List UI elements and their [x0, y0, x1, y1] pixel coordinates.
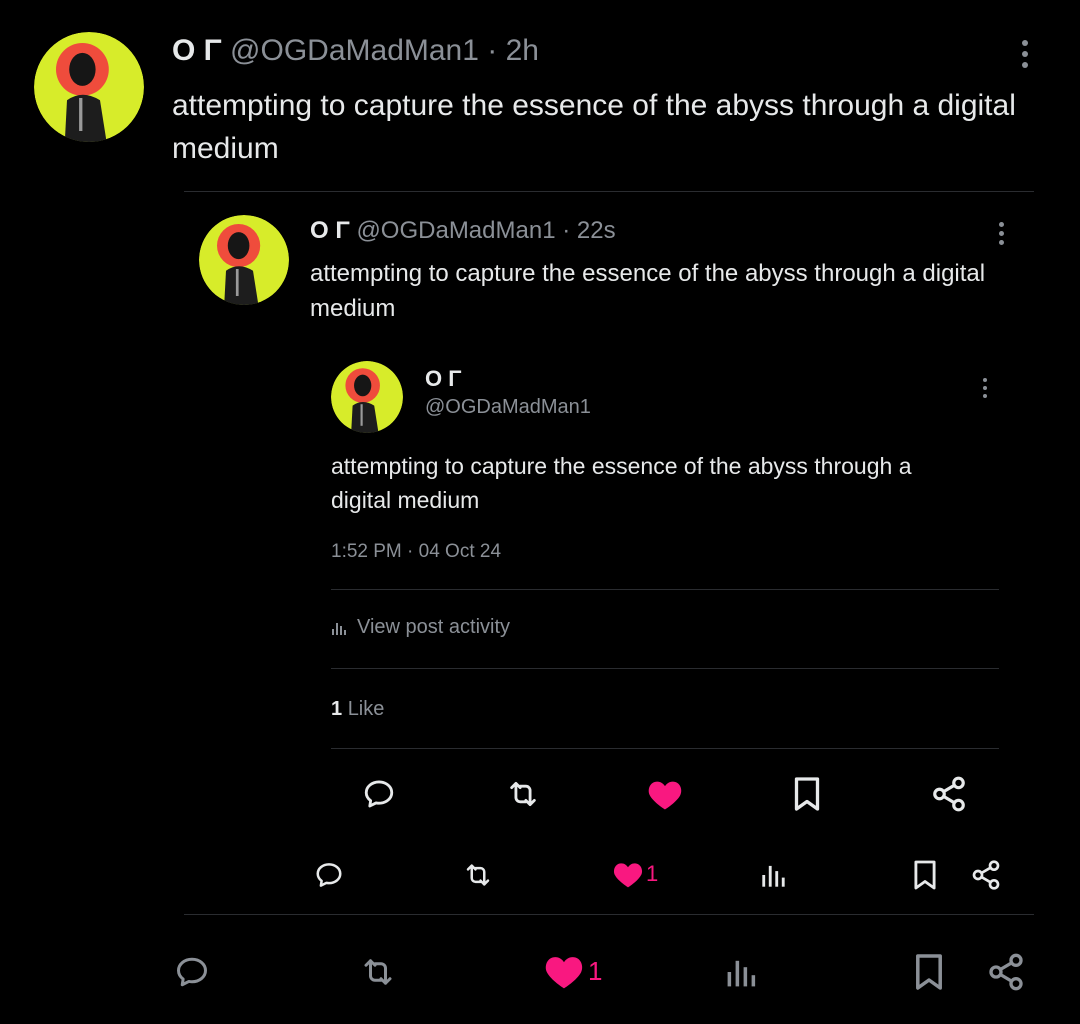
share-icon[interactable] — [928, 773, 970, 815]
bookmark-icon[interactable] — [910, 948, 948, 996]
retweet-icon[interactable] — [458, 858, 498, 892]
handle[interactable]: @OGDaMadMan1 — [230, 34, 479, 67]
display-name[interactable]: O Γ — [172, 34, 222, 67]
display-name[interactable]: O Γ — [310, 217, 350, 244]
tweet-text: attempting to capture the essence of the… — [172, 89, 1016, 165]
divider — [331, 668, 999, 669]
display-name[interactable]: O Γ — [425, 366, 461, 392]
tweet-header: O Γ @OGDaMadMan1 · 2h — [172, 34, 539, 68]
like-count: 1 — [588, 955, 603, 986]
bookmark-icon[interactable] — [790, 773, 824, 815]
likes-count: 1 — [331, 698, 343, 720]
like-button[interactable]: 1 — [612, 859, 658, 889]
views-icon — [331, 620, 349, 636]
views-icon[interactable] — [758, 858, 790, 892]
tweet-text: attempting to capture the essence of the… — [310, 260, 986, 322]
retweet-icon[interactable] — [354, 950, 402, 994]
like-count: 1 — [646, 861, 659, 886]
divider — [331, 748, 999, 749]
handle[interactable]: @OGDaMadMan1 — [356, 217, 555, 244]
likes-label: Like — [347, 698, 385, 720]
tweet-text: attempting to capture the essence of the… — [331, 453, 912, 513]
heart-icon — [543, 952, 585, 990]
handle[interactable]: @OGDaMadMan1 — [425, 396, 591, 419]
likes-summary[interactable]: 1 Like — [331, 698, 384, 721]
more-icon[interactable] — [1012, 36, 1038, 72]
reply-icon[interactable] — [358, 775, 400, 813]
views-icon[interactable] — [722, 950, 762, 994]
tweet-header: O Γ @OGDaMadMan1 · 22s — [310, 217, 616, 245]
reply-icon[interactable] — [170, 950, 214, 994]
more-icon[interactable] — [990, 218, 1012, 248]
heart-icon — [612, 859, 644, 889]
avatar[interactable] — [199, 215, 289, 305]
heart-icon[interactable] — [642, 775, 688, 813]
share-icon[interactable] — [968, 856, 1004, 894]
timestamp[interactable]: · 22s — [562, 217, 615, 244]
divider — [331, 589, 999, 590]
view-post-activity-link[interactable]: View post activity — [331, 616, 510, 639]
bookmark-icon[interactable] — [910, 856, 940, 894]
post-timestamp[interactable]: 1:52 PM · 04 Oct 24 — [331, 541, 501, 563]
avatar[interactable] — [34, 32, 144, 142]
timestamp[interactable]: · 2h — [487, 34, 539, 67]
view-post-activity-label: View post activity — [357, 616, 511, 638]
avatar[interactable] — [331, 361, 403, 433]
more-icon[interactable] — [976, 374, 994, 402]
divider — [184, 191, 1034, 192]
share-icon[interactable] — [984, 948, 1028, 996]
divider — [184, 914, 1034, 915]
reply-icon[interactable] — [311, 858, 347, 892]
like-button[interactable]: 1 — [543, 952, 602, 990]
retweet-icon[interactable] — [500, 775, 546, 813]
